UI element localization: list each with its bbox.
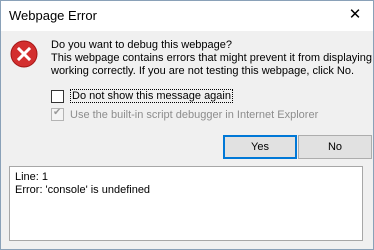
dont-show-checkbox[interactable] <box>51 89 64 103</box>
error-icon <box>10 40 38 68</box>
message-line-1: This webpage contains errors that might … <box>51 52 374 64</box>
checkmark-icon: ✔ <box>53 107 62 118</box>
use-debugger-checkbox: ✔ <box>51 107 64 121</box>
error-message: Do you want to debug this webpage? This … <box>51 39 374 78</box>
title-bar: Webpage Error ✕ <box>1 1 373 31</box>
dont-show-option[interactable]: Do not show this message again <box>51 89 233 103</box>
dialog-window: Webpage Error ✕ Do you want to debug thi… <box>0 0 374 250</box>
no-button[interactable]: No <box>298 135 372 159</box>
dont-show-label[interactable]: Do not show this message again <box>70 89 233 103</box>
close-icon[interactable]: ✕ <box>347 7 363 23</box>
use-debugger-label: Use the built-in script debugger in Inte… <box>70 108 319 121</box>
error-details-box[interactable]: Line: 1 Error: 'console' is undefined <box>9 166 363 241</box>
use-debugger-option: ✔ Use the built-in script debugger in In… <box>51 107 319 121</box>
error-line-number: Line: 1 <box>15 171 49 183</box>
error-description: Error: 'console' is undefined <box>15 184 151 196</box>
message-line-2: working correctly. If you are not testin… <box>51 65 355 77</box>
message-question: Do you want to debug this webpage? <box>51 39 233 51</box>
yes-button[interactable]: Yes <box>223 135 297 159</box>
dialog-title: Webpage Error <box>9 8 97 23</box>
